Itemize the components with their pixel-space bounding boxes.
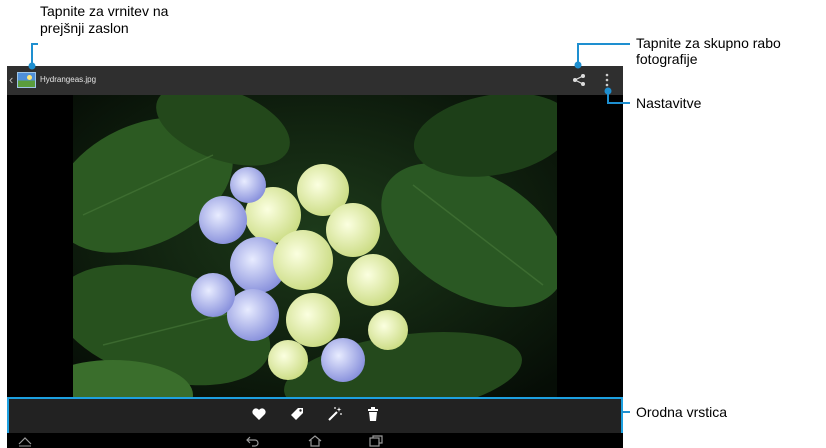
callout-settings: Nastavitve bbox=[636, 95, 702, 111]
callout-lines bbox=[28, 43, 630, 413]
callout-share-line1: Tapnite za skupno rabo bbox=[636, 35, 781, 51]
callout-share-line2: fotografije bbox=[636, 51, 698, 67]
callout-back-line2: prejšnji zaslon bbox=[40, 20, 129, 36]
callout-back-line1: Tapnite za vrnitev na bbox=[40, 3, 169, 19]
callout-context-bar: Orodna vrstica bbox=[636, 404, 728, 420]
